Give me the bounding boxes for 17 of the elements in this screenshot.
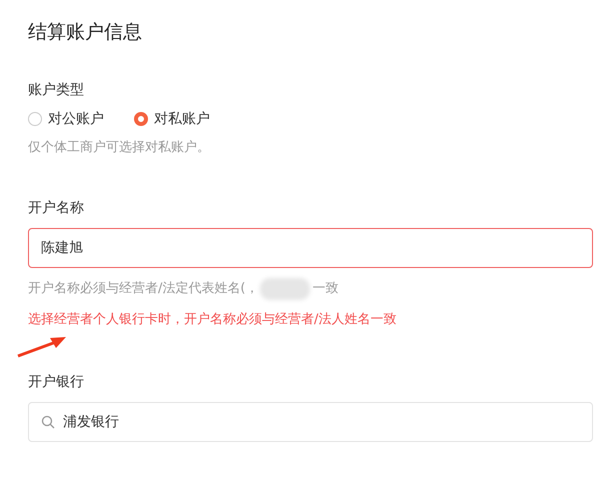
search-field[interactable]: 浦发银行 (28, 402, 593, 442)
annotation-arrow (16, 334, 68, 358)
input-field[interactable]: 陈建旭 (28, 228, 593, 268)
search-icon (41, 415, 55, 429)
radio-icon (28, 112, 42, 126)
redaction-mark (260, 278, 310, 300)
field-label: 开户名称 (28, 199, 85, 218)
hint-text: 仅个体工商户可选择对私账户。 (28, 139, 211, 157)
hint-text: 开户名称必须与经营者/法定代表姓名(， (28, 280, 258, 298)
warning-text: 选择经营者个人银行卡时，开户名称必须与经营者/法人姓名一致 (28, 311, 398, 329)
hint-text: 一致 (312, 280, 338, 298)
page-title: 结算账户信息 (28, 20, 143, 44)
radio-option[interactable]: 对私账户 (134, 110, 210, 128)
radio-icon (134, 112, 148, 126)
radio-option[interactable]: 对公账户 (28, 110, 104, 128)
field-label: 账户类型 (28, 81, 85, 100)
field-label: 开户银行 (28, 373, 85, 392)
